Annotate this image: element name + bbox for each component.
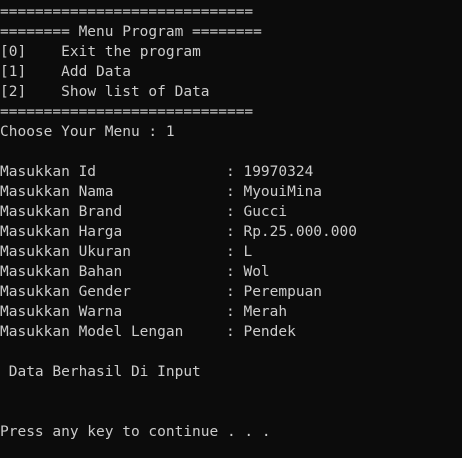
field-value: L [243, 244, 253, 260]
field-label: Masukkan Warna [0, 304, 123, 320]
field-value: Merah [243, 304, 288, 320]
field-value: Rp.25.000.000 [243, 224, 357, 240]
field-label: Masukkan Nama [0, 184, 114, 200]
field-separator: : [226, 184, 235, 200]
menu-item-show-list: [2] Show list of Data [0, 82, 462, 102]
menu-item-key: [2] [0, 84, 27, 100]
field-row-nama: Masukkan Nama: MyouiMina [0, 182, 462, 202]
field-label: Masukkan Gender [0, 284, 131, 300]
menu-item-add-data: [1] Add Data [0, 62, 462, 82]
field-separator: : [226, 304, 235, 320]
field-value: MyouiMina [243, 184, 323, 200]
field-row-model-lengan: Masukkan Model Lengan: Pendek [0, 322, 462, 342]
field-separator: : [226, 164, 235, 180]
menu-item-label: Add Data [61, 64, 131, 80]
field-label: Masukkan Harga [0, 224, 123, 240]
field-row-warna: Masukkan Warna: Merah [0, 302, 462, 322]
menu-choice-prompt: Choose Your Menu : 1 [0, 124, 175, 140]
continue-prompt[interactable]: Press any key to continue . . . [0, 422, 462, 442]
field-value: Gucci [243, 204, 288, 220]
field-separator: : [226, 284, 235, 300]
field-label: Masukkan Model Lengan [0, 324, 184, 340]
field-separator: : [226, 244, 235, 260]
field-value: 19970324 [243, 164, 314, 180]
field-label: Masukkan Ukuran [0, 244, 131, 260]
menu-item-key: [1] [0, 64, 27, 80]
field-row-harga: Masukkan Harga: Rp.25.000.000 [0, 222, 462, 242]
field-separator: : [226, 324, 235, 340]
menu-top-rule: ============================= [0, 4, 254, 20]
menu-bottom-rule: ============================= [0, 104, 254, 120]
field-row-gender: Masukkan Gender: Perempuan [0, 282, 462, 302]
console-window[interactable]: ============================= ======== M… [0, 2, 462, 458]
field-label: Masukkan Bahan [0, 264, 123, 280]
field-separator: : [226, 204, 235, 220]
field-label: Masukkan Id [0, 164, 97, 180]
field-value: Pendek [243, 324, 296, 340]
field-separator: : [226, 264, 235, 280]
field-value: Wol [243, 264, 270, 280]
menu-header: ======== Menu Program ======== [0, 24, 262, 40]
field-value: Perempuan [243, 284, 323, 300]
field-row-id: Masukkan Id: 19970324 [0, 162, 462, 182]
menu-item-label: Exit the program [61, 44, 201, 60]
success-message: Data Berhasil Di Input [0, 364, 201, 380]
menu-item-label: Show list of Data [61, 84, 210, 100]
field-row-ukuran: Masukkan Ukuran: L [0, 242, 462, 262]
field-separator: : [226, 224, 235, 240]
field-row-brand: Masukkan Brand: Gucci [0, 202, 462, 222]
field-label: Masukkan Brand [0, 204, 123, 220]
menu-item-key: [0] [0, 44, 27, 60]
menu-item-exit: [0] Exit the program [0, 42, 462, 62]
field-row-bahan: Masukkan Bahan: Wol [0, 262, 462, 282]
